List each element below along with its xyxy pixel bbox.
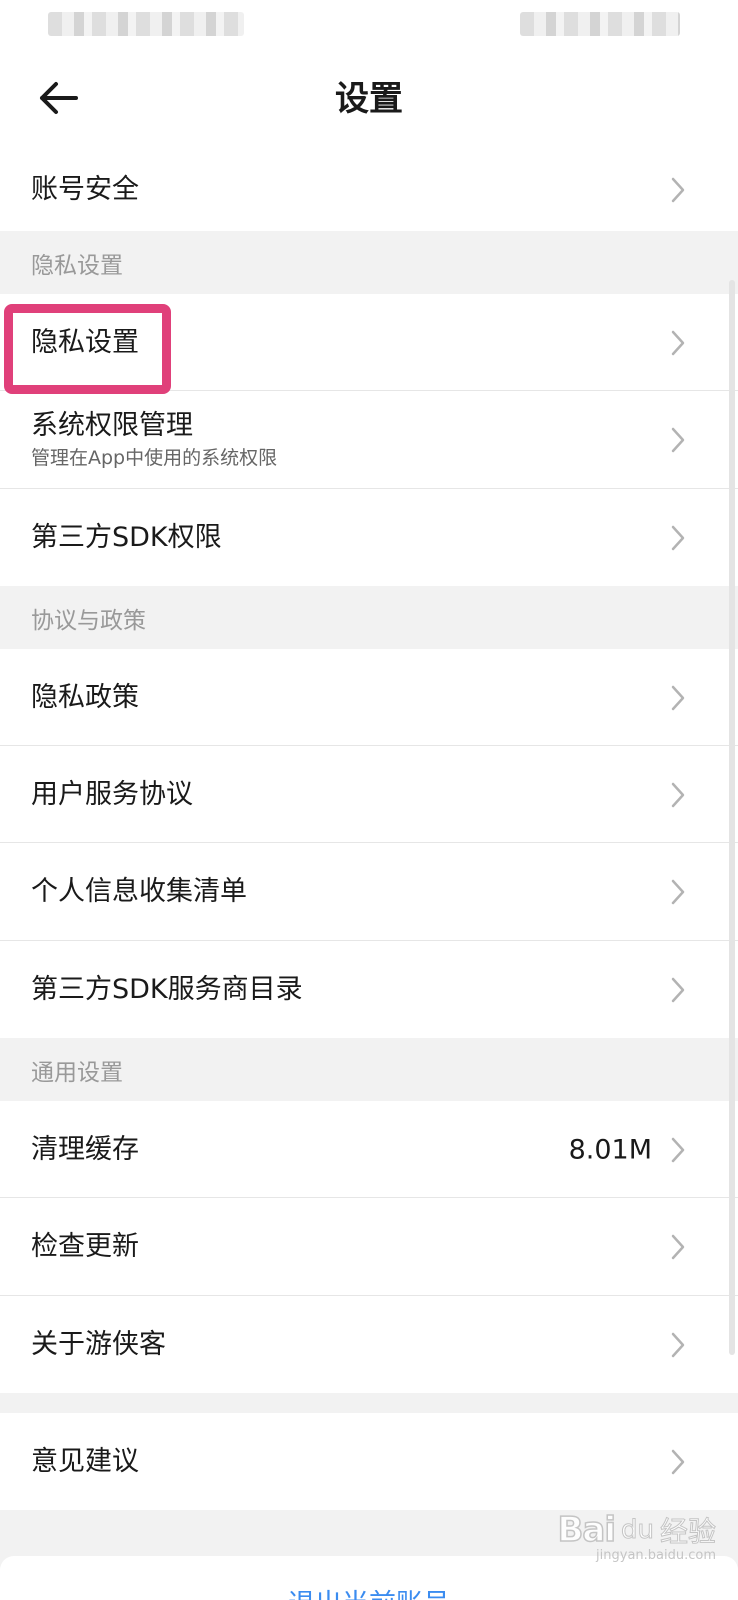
row-account-security[interactable]: 账号安全 [0, 148, 738, 231]
row-clear-cache[interactable]: 清理缓存 8.01M [0, 1101, 738, 1198]
chevron-right-icon [671, 177, 685, 202]
row-label: 清理缓存 [31, 1133, 139, 1165]
row-privacy-settings[interactable]: 隐私设置 [0, 294, 738, 391]
watermark-url: jingyan.baidu.com [596, 1548, 716, 1563]
status-bar-blurred-left [48, 12, 244, 36]
row-third-party-sdk-permissions[interactable]: 第三方SDK权限 [0, 489, 738, 586]
chevron-right-icon [671, 879, 685, 905]
row-label: 隐私设置 [31, 326, 139, 358]
row-label: 第三方SDK权限 [31, 521, 222, 553]
row-personal-info-list[interactable]: 个人信息收集清单 [0, 843, 738, 941]
chevron-right-icon [671, 977, 685, 1002]
chevron-right-icon [671, 330, 685, 355]
section-title: 隐私设置 [31, 252, 123, 279]
row-user-agreement[interactable]: 用户服务协议 [0, 746, 738, 843]
status-bar-blurred-right [520, 12, 680, 36]
row-label: 用户服务协议 [31, 778, 193, 810]
chevron-right-icon [671, 1449, 685, 1474]
chevron-right-icon [671, 1234, 685, 1260]
row-about[interactable]: 关于游侠客 [0, 1296, 738, 1393]
settings-screen: 设置 账号安全 隐私设置 隐私设置 系统权限管理 管理在App中使用的系统权限 … [0, 0, 738, 1600]
row-label: 隐私政策 [31, 681, 139, 713]
row-third-party-sdk-directory[interactable]: 第三方SDK服务商目录 [0, 941, 738, 1038]
chevron-right-icon [671, 1137, 685, 1162]
section-title: 通用设置 [31, 1059, 123, 1086]
section-header-agreements: 协议与政策 [0, 586, 738, 649]
row-label: 关于游侠客 [31, 1328, 166, 1360]
row-text-stack: 系统权限管理 管理在App中使用的系统权限 [31, 409, 277, 471]
page-title: 设置 [335, 79, 403, 119]
row-label: 检查更新 [31, 1231, 139, 1262]
section-title: 协议与政策 [31, 607, 146, 634]
chevron-right-icon [671, 1332, 685, 1357]
baidu-jingyan-watermark: Bai du 经验 jingyan.baidu.com [557, 1509, 717, 1563]
section-header-general: 通用设置 [0, 1038, 738, 1101]
watermark-logo: Bai du 经验 [557, 1509, 717, 1551]
row-privacy-policy[interactable]: 隐私政策 [0, 649, 738, 746]
watermark-bai: Bai [557, 1509, 617, 1551]
section-header-privacy: 隐私设置 [0, 231, 738, 294]
row-label: 个人信息收集清单 [31, 876, 247, 907]
row-check-update[interactable]: 检查更新 [0, 1198, 738, 1296]
cache-size-value: 8.01M [568, 1134, 652, 1165]
row-label: 意见建议 [31, 1445, 139, 1477]
chevron-right-icon [671, 525, 685, 550]
header: 设置 [0, 48, 738, 148]
logout-label: 退出当前账号 [288, 1582, 450, 1600]
row-label: 第三方SDK服务商目录 [31, 973, 303, 1005]
row-system-permissions[interactable]: 系统权限管理 管理在App中使用的系统权限 [0, 391, 738, 489]
scrollbar[interactable] [729, 280, 735, 1355]
chevron-right-icon [671, 685, 685, 710]
row-feedback[interactable]: 意见建议 [0, 1413, 738, 1510]
status-bar [0, 0, 738, 48]
chevron-right-icon [671, 427, 685, 453]
row-label: 系统权限管理 [31, 410, 193, 441]
row-label: 账号安全 [31, 173, 139, 205]
watermark-du: du [621, 1515, 655, 1546]
chevron-right-icon [671, 782, 685, 807]
watermark-jingyan: 经验 [659, 1515, 716, 1549]
row-sublabel: 管理在App中使用的系统权限 [31, 447, 278, 469]
